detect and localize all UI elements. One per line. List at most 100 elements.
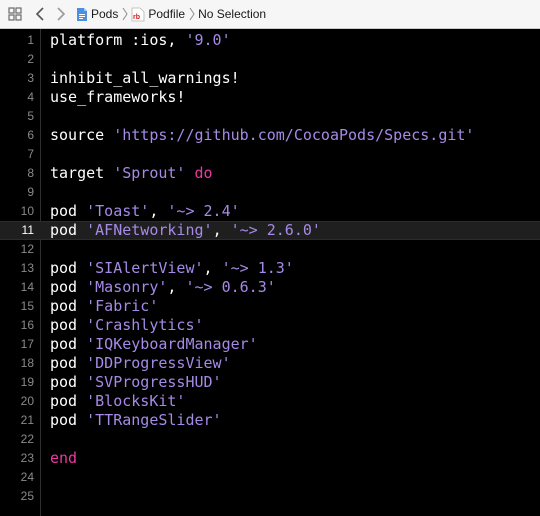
string-token: '~> 0.6.3' <box>185 278 276 296</box>
code-text: pod 'Crashlytics' <box>50 316 204 335</box>
code-line[interactable]: 1 platform :ios, '9.0' <box>0 31 540 50</box>
line-number: 10 <box>20 204 34 218</box>
plain-token: inhibit_all_warnings! <box>50 69 240 87</box>
code-text: pod 'BlocksKit' <box>50 392 185 411</box>
string-token: '9.0' <box>185 31 231 49</box>
plain-token: pod <box>50 221 87 239</box>
code-line[interactable]: 5 <box>0 107 540 126</box>
grid-icon[interactable] <box>8 7 22 21</box>
chevron-right-icon[interactable] <box>56 7 66 21</box>
code-text: platform :ios, '9.0' <box>50 31 231 50</box>
plain-token: pod <box>50 316 87 334</box>
string-token: 'DDProgressView' <box>86 354 231 372</box>
breadcrumb-podfile[interactable]: Podfile <box>148 7 185 21</box>
code-line[interactable]: 24 <box>0 468 540 487</box>
code-text: source 'https://github.com/CocoaPods/Spe… <box>50 126 474 145</box>
plain-token: pod <box>50 411 87 429</box>
code-line[interactable]: 3 inhibit_all_warnings! <box>0 69 540 88</box>
plain-token: pod <box>50 202 87 220</box>
string-token: 'BlocksKit' <box>86 392 186 410</box>
plain-token: , <box>203 259 222 277</box>
line-number: 5 <box>27 109 34 123</box>
line-number: 14 <box>20 280 34 294</box>
breadcrumb-pods[interactable]: Pods <box>91 7 118 21</box>
plain-token: platform :ios, <box>50 31 186 49</box>
code-text: pod 'Toast', '~> 2.4' <box>50 202 240 221</box>
code-line[interactable]: 18 pod 'DDProgressView' <box>0 354 540 373</box>
code-line[interactable]: 16 pod 'Crashlytics' <box>0 316 540 335</box>
plain-token: , <box>167 278 186 296</box>
line-number: 4 <box>27 90 34 104</box>
code-text: end <box>50 449 77 468</box>
plain-token: pod <box>50 297 87 315</box>
code-text: pod 'AFNetworking', '~> 2.6.0' <box>50 222 321 239</box>
plain-token: pod <box>50 335 87 353</box>
plain-token: pod <box>50 278 87 296</box>
chevron-left-icon[interactable] <box>35 7 45 21</box>
line-number: 1 <box>27 33 34 47</box>
plain-token: , <box>212 221 231 239</box>
code-line[interactable]: 2 <box>0 50 540 69</box>
code-line[interactable]: 19 pod 'SVProgressHUD' <box>0 373 540 392</box>
string-token: '~> 2.4' <box>167 202 240 220</box>
line-number: 25 <box>20 489 34 503</box>
keyword-token: do <box>194 164 213 182</box>
code-line[interactable]: 11 pod 'AFNetworking', '~> 2.6.0' <box>0 221 540 240</box>
code-line[interactable]: 6 source 'https://github.com/CocoaPods/Sp… <box>0 126 540 145</box>
line-number: 12 <box>20 242 34 256</box>
line-number: 8 <box>27 166 34 180</box>
plain-token: pod <box>50 354 87 372</box>
code-line[interactable]: 21 pod 'TTRangeSlider' <box>0 411 540 430</box>
string-token: 'AFNetworking' <box>86 221 213 239</box>
code-line[interactable]: 4 use_frameworks! <box>0 88 540 107</box>
code-line[interactable]: 25 <box>0 487 540 506</box>
code-line[interactable]: 22 <box>0 430 540 449</box>
line-number: 6 <box>27 128 34 142</box>
string-token: 'TTRangeSlider' <box>86 411 222 429</box>
code-editor[interactable]: 1 platform :ios, '9.0' 2 3 inhibit_all_warni… <box>0 29 540 516</box>
line-number: 3 <box>27 71 34 85</box>
line-number: 2 <box>27 52 34 66</box>
string-token: 'SIAlertView' <box>86 259 204 277</box>
breadcrumb-separator-icon <box>122 7 128 21</box>
line-number: 23 <box>20 451 34 465</box>
line-number: 19 <box>20 375 34 389</box>
folder-icon <box>76 7 88 22</box>
line-number: 11 <box>21 223 34 237</box>
breadcrumb-separator-icon <box>189 7 195 21</box>
line-number: 20 <box>20 394 34 408</box>
code-line[interactable]: 14 pod 'Masonry', '~> 0.6.3' <box>0 278 540 297</box>
code-text: use_frameworks! <box>50 88 185 107</box>
keyword-token: end <box>50 449 78 467</box>
code-line[interactable]: 9 <box>0 183 540 202</box>
code-line[interactable]: 8 target 'Sprout' do <box>0 164 540 183</box>
string-token: '~> 1.3' <box>221 259 294 277</box>
string-token: 'IQKeyboardManager' <box>86 335 258 353</box>
code-line[interactable]: 10 pod 'Toast', '~> 2.4' <box>0 202 540 221</box>
code-text: pod 'IQKeyboardManager' <box>50 335 258 354</box>
code-line[interactable]: 15 pod 'Fabric' <box>0 297 540 316</box>
plain-token: source <box>50 126 114 144</box>
string-token: 'https://github.com/CocoaPods/Specs.git' <box>113 126 475 144</box>
plain-token: pod <box>50 259 87 277</box>
plain-token: , <box>149 202 168 220</box>
code-text: pod 'SVProgressHUD' <box>50 373 222 392</box>
code-line[interactable]: 12 <box>0 240 540 259</box>
code-text: inhibit_all_warnings! <box>50 69 240 88</box>
code-line[interactable]: 13 pod 'SIAlertView', '~> 1.3' <box>0 259 540 278</box>
plain-token: target <box>50 164 114 182</box>
line-number: 17 <box>20 337 34 351</box>
code-text: target 'Sprout' do <box>50 164 213 183</box>
code-line[interactable]: 17 pod 'IQKeyboardManager' <box>0 335 540 354</box>
code-line[interactable]: 7 <box>0 145 540 164</box>
line-number: 16 <box>20 318 34 332</box>
code-text: pod 'SIAlertView', '~> 1.3' <box>50 259 294 278</box>
line-number: 24 <box>20 470 34 484</box>
line-number: 7 <box>27 147 34 161</box>
breadcrumb-no-selection[interactable]: No Selection <box>198 7 266 21</box>
line-number: 13 <box>20 261 34 275</box>
code-line[interactable]: 20 pod 'BlocksKit' <box>0 392 540 411</box>
code-line[interactable]: 23 end <box>0 449 540 468</box>
line-number: 18 <box>20 356 34 370</box>
